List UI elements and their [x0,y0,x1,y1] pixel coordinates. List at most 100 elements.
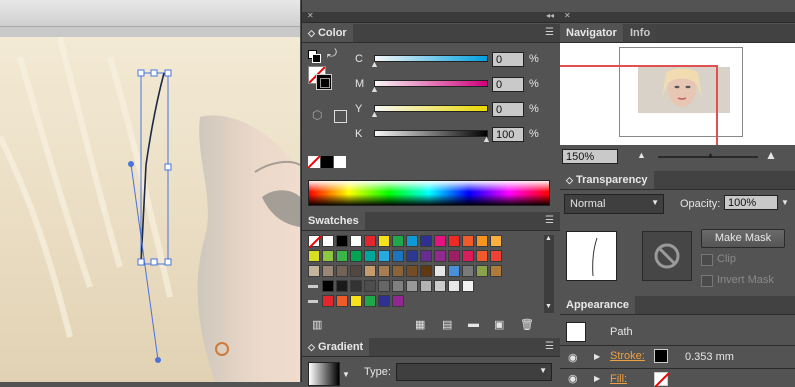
channel-slider-thumb[interactable]: ▲ [370,109,379,119]
web-safe-swatch[interactable] [334,110,347,123]
swatch-chip[interactable] [462,235,474,247]
swatch-chip[interactable] [322,295,334,307]
gradient-preview-dropdown-icon[interactable]: ▼ [342,370,350,379]
color-group-folder-icon[interactable]: ▬ [308,295,318,306]
swatch-chip[interactable] [406,265,418,277]
tab-info[interactable]: Info [624,24,657,42]
invert-mask-checkbox[interactable] [701,275,713,287]
stroke-swatch[interactable] [654,349,668,363]
swatch-chip[interactable] [378,265,390,277]
color-panel-menu-icon[interactable]: ☰ [545,27,554,38]
delete-swatch-icon[interactable]: 🗑︎ [520,318,534,331]
opacity-field[interactable]: 100% [724,195,778,210]
swatch-chip[interactable] [448,235,460,247]
opacity-dropdown-icon[interactable]: ▼ [781,198,789,207]
swatch-chip[interactable] [448,280,460,292]
swatch-chip[interactable] [350,265,362,277]
swatch-chip[interactable] [308,235,321,248]
close-right-dock-icon[interactable]: ✕ [564,11,571,20]
mask-thumbnail[interactable] [642,231,692,281]
make-mask-button[interactable]: Make Mask [701,229,785,248]
swap-colors-icon[interactable]: ⤾ [327,46,337,61]
swatch-chip[interactable] [308,250,320,262]
swatch-chip[interactable] [364,295,376,307]
zoom-slider-thumb[interactable]: ▲ [706,150,715,160]
swatch-libraries-icon[interactable]: ▥ [312,318,322,331]
channel-slider-thumb[interactable]: ▲ [370,84,379,94]
swatch-chip[interactable] [434,250,446,262]
tab-color[interactable]: ◇ Color [302,24,353,42]
swatch-chip[interactable] [420,265,432,277]
blend-mode-select[interactable]: Normal ▼ [564,194,664,214]
swatch-chip[interactable] [420,280,432,292]
channel-slider-track[interactable] [374,80,488,87]
direction-handle-top[interactable] [128,161,134,167]
swatch-chip[interactable] [420,235,432,247]
swatch-chip[interactable] [392,280,404,292]
close-dock-icon[interactable]: ✕ [307,11,314,20]
swatch-chip[interactable] [462,250,474,262]
stroke-color-swatch[interactable] [316,74,332,90]
swatch-chip[interactable] [448,265,460,277]
channel-value-field[interactable]: 0 [492,52,524,67]
swatch-chip[interactable] [434,265,446,277]
channel-slider-track[interactable] [374,130,488,137]
swatch-chip[interactable] [490,265,502,277]
object-thumbnail[interactable] [566,231,617,281]
bbox-handle-tm[interactable] [150,69,158,77]
bbox-handle-tl[interactable] [137,69,145,77]
navigator-preview[interactable] [560,43,795,145]
gradient-preview[interactable] [308,362,340,386]
channel-value-field[interactable]: 0 [492,102,524,117]
view-area-rectangle[interactable] [560,65,718,145]
swatch-chip[interactable] [350,235,362,247]
new-swatch-icon[interactable]: ▣ [494,318,504,331]
channel-slider-track[interactable] [374,105,488,112]
swatch-chip[interactable] [392,235,404,247]
channel-value-field[interactable]: 0 [492,77,524,92]
zoom-out-icon[interactable]: ▲ [637,150,646,160]
swatch-chip[interactable] [322,250,334,262]
document-canvas[interactable] [0,0,300,382]
swatch-chip[interactable] [322,280,334,292]
bbox-handle-br[interactable] [164,258,172,266]
swatch-options-icon[interactable]: ▤ [442,318,452,331]
direction-handle-bottom[interactable] [155,357,161,363]
swatch-chip[interactable] [322,235,334,247]
swatch-chip[interactable] [476,235,488,247]
scroll-down-icon[interactable]: ▼ [545,303,552,310]
bbox-handle-mr[interactable] [164,163,172,171]
channel-slider-track[interactable] [374,55,488,62]
swatch-chip[interactable] [378,250,390,262]
swatch-chip[interactable] [364,235,376,247]
swatch-chip[interactable] [308,265,320,277]
swatch-chip[interactable] [462,265,474,277]
swatch-chip[interactable] [378,280,390,292]
swatch-chip[interactable] [364,280,376,292]
swatch-chip[interactable] [476,265,488,277]
collapse-dock-icon[interactable]: ◂◂ [546,11,554,20]
swatch-chip[interactable] [406,250,418,262]
bbox-handle-tr[interactable] [164,69,172,77]
color-group-folder-icon[interactable]: ▬ [308,280,318,291]
eye-icon[interactable]: ◉ [568,351,578,364]
tab-navigator[interactable]: Navigator [560,24,623,42]
stroke-label[interactable]: Stroke: [610,350,645,362]
zoom-in-icon[interactable]: ▲ [765,148,777,162]
new-color-group-icon[interactable]: ▬ [468,318,479,330]
white-color-chip[interactable] [334,156,346,168]
gradient-type-select[interactable]: ▼ [396,363,552,381]
expand-stroke-icon[interactable]: ▶ [594,352,600,361]
swatch-chip[interactable] [378,235,390,247]
swatch-chip[interactable] [476,250,488,262]
zoom-field[interactable]: 150% [562,149,618,164]
swatch-chip[interactable] [392,250,404,262]
fill-label[interactable]: Fill: [610,373,627,385]
none-color-chip[interactable] [308,156,320,168]
swatch-chip[interactable] [448,250,460,262]
swatch-chip[interactable] [322,265,334,277]
bbox-handle-bl[interactable] [137,258,145,266]
swatch-chip[interactable] [434,280,446,292]
tab-swatches[interactable]: Swatches [302,212,365,230]
gradient-panel-menu-icon[interactable]: ☰ [545,341,554,352]
